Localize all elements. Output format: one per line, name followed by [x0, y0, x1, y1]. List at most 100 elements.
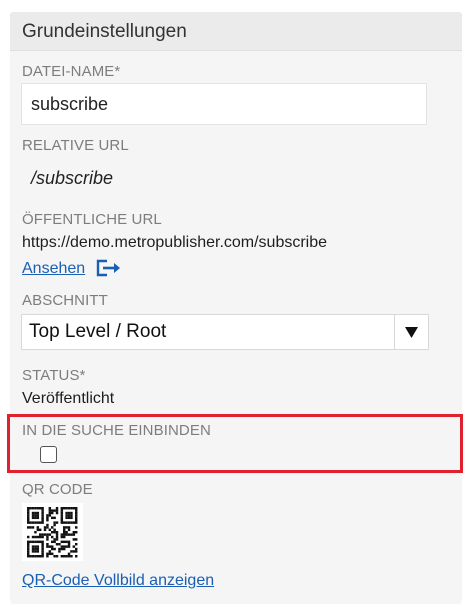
qr-module [51, 547, 54, 551]
qr-module [41, 550, 44, 553]
qr-module [48, 509, 52, 512]
panel-title: Grundeinstellungen [22, 21, 187, 42]
qr-module [65, 516, 68, 520]
qr-module [34, 540, 37, 544]
qr-module [75, 543, 78, 546]
qr-module [27, 540, 30, 544]
qr-module [34, 516, 37, 520]
qr-module [31, 535, 35, 539]
qr-module [27, 535, 30, 539]
qr-module [63, 521, 66, 524]
qr-module [70, 514, 73, 517]
qr-module [67, 511, 71, 515]
qr-module [70, 516, 73, 520]
qr-module [60, 545, 64, 548]
view-link[interactable]: Ansehen [22, 260, 85, 278]
qr-module [46, 516, 49, 520]
qr-module [65, 531, 68, 534]
qr-module [39, 528, 42, 532]
section-select[interactable]: Top Level / Root [21, 314, 429, 350]
qr-module [55, 521, 59, 524]
qr-module [41, 552, 44, 556]
qr-module [67, 507, 71, 510]
qr-module [55, 555, 59, 558]
qr-module [29, 507, 32, 510]
qr-module [75, 538, 78, 541]
qr-module [36, 514, 40, 517]
qr-module [67, 540, 71, 544]
qr-module [65, 514, 68, 517]
qr-module [39, 535, 42, 539]
qr-module [36, 521, 40, 524]
qr-module [58, 547, 61, 551]
qr-module [65, 540, 68, 544]
qr-module [46, 526, 49, 529]
section-selected-value[interactable]: Top Level / Root [29, 321, 166, 343]
qr-module [27, 555, 30, 558]
qr-module [46, 523, 49, 527]
qr-module [51, 540, 54, 544]
qr-module [46, 519, 49, 522]
qr-module [55, 531, 59, 534]
qr-module [48, 550, 52, 553]
qr-module [75, 531, 78, 534]
filename-input[interactable]: subscribe [21, 83, 427, 125]
qr-module [46, 535, 49, 539]
qr-module [75, 521, 78, 524]
qr-module [60, 516, 64, 520]
qr-module [41, 511, 44, 515]
qr-module [75, 550, 78, 553]
qr-module [27, 514, 30, 517]
qr-module [75, 514, 78, 517]
filename-value[interactable]: subscribe [31, 94, 108, 115]
qr-module [34, 531, 37, 534]
qr-module [65, 526, 68, 529]
qr-module [65, 555, 68, 558]
qr-module [46, 533, 49, 536]
qr-module [27, 545, 30, 548]
qr-module [60, 511, 64, 515]
qr-module [63, 540, 66, 544]
qr-module [41, 533, 44, 536]
qr-module [43, 533, 47, 536]
qr-module [63, 531, 66, 534]
qr-module [27, 547, 30, 551]
qr-module [46, 538, 49, 541]
relative-url-label: RELATIVE URL [22, 137, 129, 154]
qr-module [27, 507, 30, 510]
qr-module [27, 552, 30, 556]
qr-module [72, 545, 76, 548]
qr-module [75, 507, 78, 510]
qr-module [39, 521, 42, 524]
qr-module [67, 552, 71, 556]
qr-module [34, 521, 37, 524]
qr-module [55, 538, 59, 541]
qr-module [60, 535, 64, 539]
qr-module [48, 533, 52, 536]
section-label: ABSCHNITT [22, 292, 108, 309]
qr-module [36, 511, 40, 515]
qr-module [48, 511, 52, 515]
qr-module [51, 545, 54, 548]
qr-module [60, 533, 64, 536]
qr-module [31, 550, 35, 553]
qr-module [27, 526, 30, 529]
qr-module [72, 550, 76, 553]
qr-fullscreen-link[interactable]: QR-Code Vollbild anzeigen [22, 572, 214, 590]
qr-module [39, 507, 42, 510]
qr-module [63, 535, 66, 539]
qr-module [46, 514, 49, 517]
include-in-search-checkbox[interactable] [40, 446, 57, 463]
qr-module [27, 511, 30, 515]
qr-module [29, 526, 32, 529]
external-link-icon[interactable] [96, 259, 124, 277]
section-dropdown-toggle[interactable] [394, 315, 428, 349]
qr-module [48, 552, 52, 556]
qr-module [34, 507, 37, 510]
qr-module [72, 531, 76, 534]
qr-module [75, 555, 78, 558]
qr-module [67, 526, 71, 529]
qr-module [67, 528, 71, 532]
qr-code-label: QR CODE [22, 481, 93, 498]
qr-module [63, 533, 66, 536]
